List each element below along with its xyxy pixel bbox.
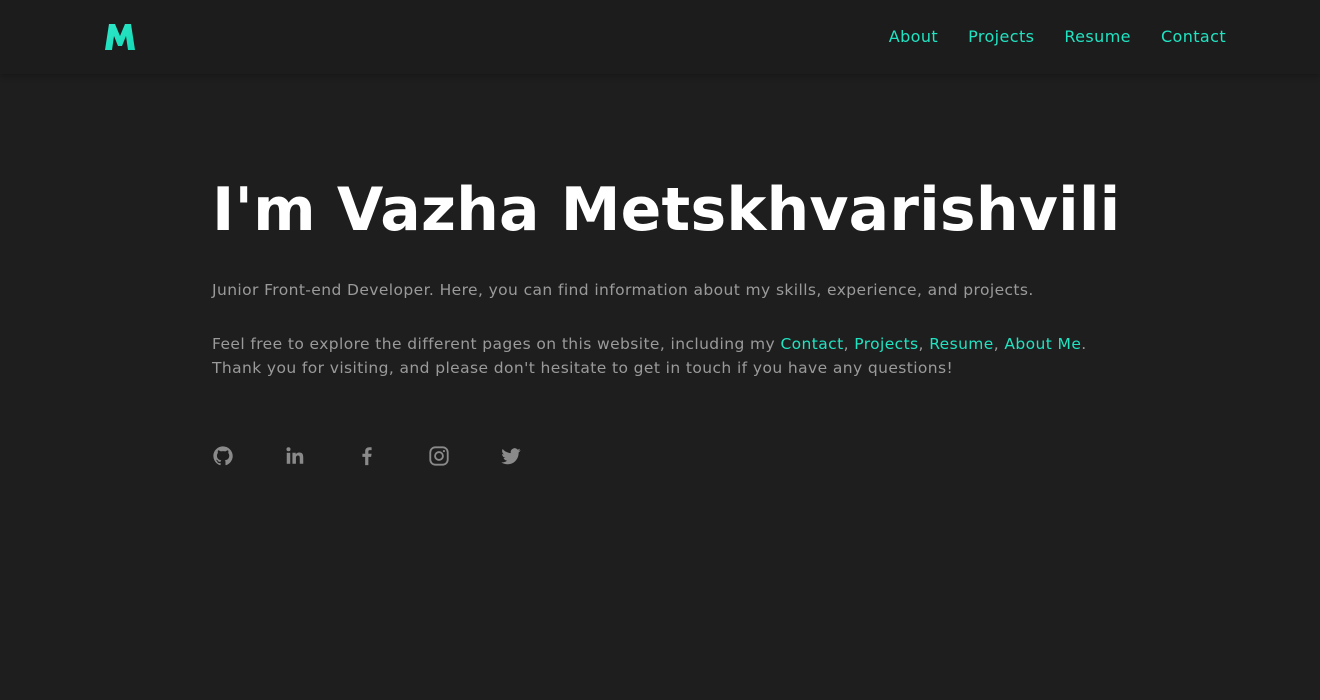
inline-link-projects[interactable]: Projects	[854, 335, 918, 353]
separator: ,	[918, 335, 930, 353]
explore-prefix: Feel free to explore the different pages…	[212, 335, 781, 353]
inline-link-contact[interactable]: Contact	[780, 335, 843, 353]
explore-line: Feel free to explore the different pages…	[212, 332, 1132, 356]
twitter-glyph	[501, 448, 521, 465]
facebook-icon[interactable]	[356, 445, 378, 467]
logo-m-glyph	[105, 24, 135, 50]
page-title: I'm Vazha Metskhvarishvili	[212, 175, 1121, 245]
facebook-glyph	[362, 447, 372, 466]
github-icon[interactable]	[212, 445, 234, 467]
github-glyph	[213, 446, 233, 466]
instagram-glyph	[429, 446, 449, 466]
intro-text: Junior Front-end Developer. Here, you ca…	[212, 281, 1034, 299]
nav-contact[interactable]: Contact	[1161, 27, 1226, 47]
nav-about[interactable]: About	[889, 27, 938, 47]
linkedin-icon[interactable]	[284, 445, 306, 467]
logo-m-icon[interactable]	[103, 22, 137, 52]
separator: ,	[993, 335, 1005, 353]
linkedin-glyph	[286, 447, 304, 464]
explore-paragraph: Feel free to explore the different pages…	[212, 332, 1132, 380]
navbar: About Projects Resume Contact	[0, 0, 1320, 74]
twitter-icon[interactable]	[500, 445, 522, 467]
separator: ,	[843, 335, 855, 353]
instagram-icon[interactable]	[428, 445, 450, 467]
hero-section: I'm Vazha Metskhvarishvili Junior Front-…	[212, 170, 1132, 380]
nav-projects[interactable]: Projects	[968, 27, 1034, 47]
nav-resume[interactable]: Resume	[1064, 27, 1131, 47]
social-links	[212, 445, 572, 467]
thanks-text: Thank you for visiting, and please don't…	[212, 359, 954, 377]
inline-link-resume[interactable]: Resume	[929, 335, 994, 353]
explore-suffix: .	[1081, 335, 1087, 353]
inline-link-about-me[interactable]: About Me	[1004, 335, 1081, 353]
main-nav: About Projects Resume Contact	[859, 27, 1226, 47]
